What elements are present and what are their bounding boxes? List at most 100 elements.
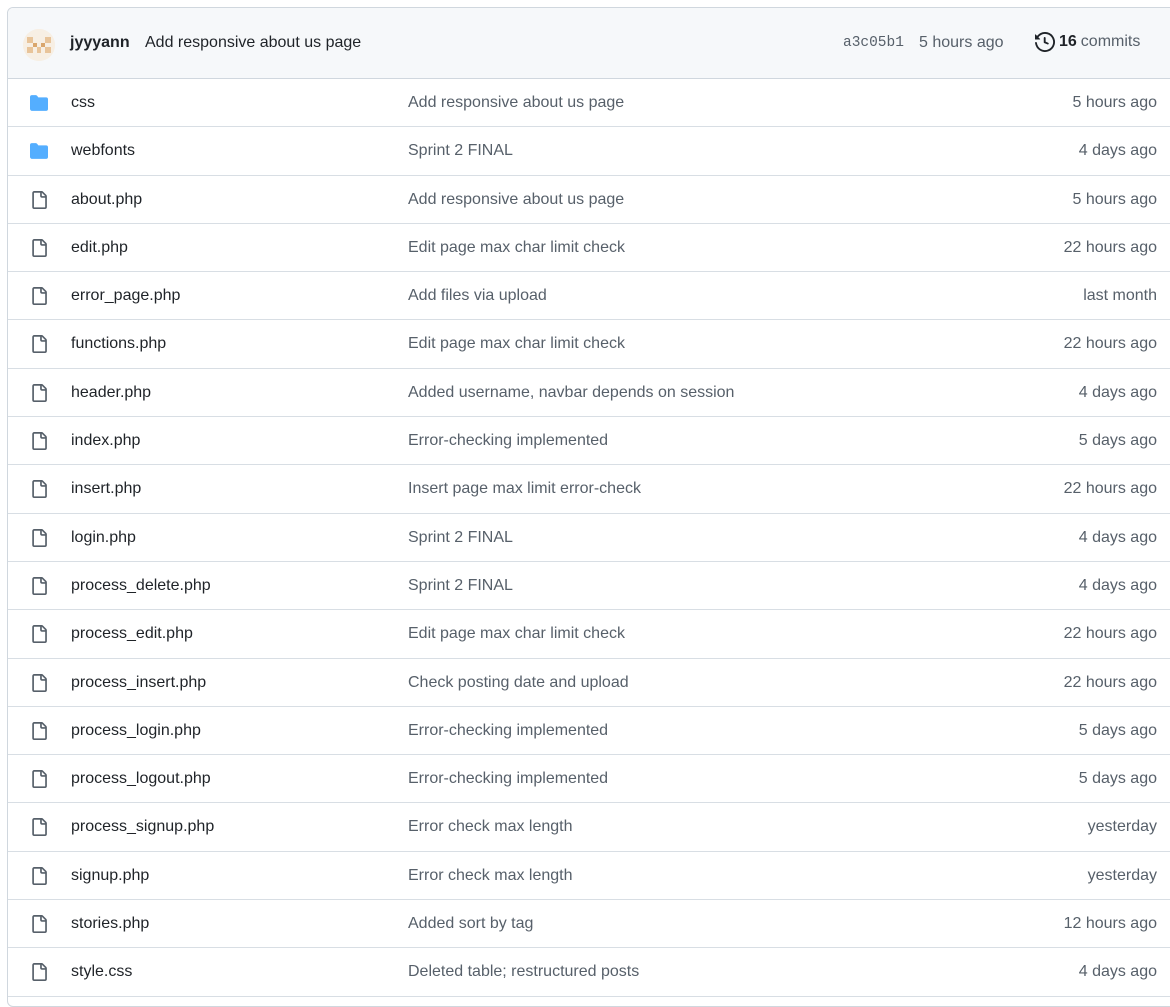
file-name-link[interactable]: process_logout.php: [71, 770, 211, 788]
commit-age: yesterday: [1087, 866, 1157, 884]
file-name-link[interactable]: stories.php: [71, 915, 149, 933]
commit-message-link[interactable]: Error-checking implemented: [408, 432, 608, 450]
file-name-link[interactable]: process_edit.php: [71, 625, 193, 643]
commit-age: 22 hours ago: [1063, 625, 1157, 643]
file-icon: [29, 625, 49, 644]
commit-message-link[interactable]: Error-checking implemented: [408, 722, 608, 740]
file-name-link[interactable]: process_login.php: [71, 722, 201, 740]
commit-age: 22 hours ago: [1063, 335, 1157, 353]
file-row[interactable]: webfonts Sprint 2 FINAL 4 days ago: [8, 127, 1170, 176]
commit-message-link[interactable]: Add responsive about us page: [408, 94, 624, 112]
file-name-link[interactable]: process_insert.php: [71, 674, 206, 692]
latest-commit-bar: jyyyann Add responsive about us page a3c…: [8, 8, 1170, 79]
file-icon: [29, 818, 49, 837]
latest-commit-message[interactable]: Add responsive about us page: [145, 34, 361, 52]
avatar[interactable]: [23, 29, 55, 61]
file-row[interactable]: process_signup.php Error check max length…: [8, 803, 1170, 852]
commit-count: 16: [1059, 33, 1077, 50]
commit-message-link[interactable]: Edit page max char limit check: [408, 335, 625, 353]
file-list: css Add responsive about us page 5 hours a…: [8, 79, 1170, 997]
file-row[interactable]: process_delete.php Sprint 2 FINAL 4 days a…: [8, 562, 1170, 611]
file-row[interactable]: css Add responsive about us page 5 hours a…: [8, 79, 1170, 128]
commit-age: 22 hours ago: [1063, 673, 1157, 691]
file-name-link[interactable]: header.php: [71, 384, 151, 402]
file-icon: [29, 287, 49, 306]
file-row[interactable]: insert.php Insert page max limit error-ch…: [8, 465, 1170, 514]
folder-name-link[interactable]: css: [71, 94, 95, 112]
file-name-link[interactable]: signup.php: [71, 867, 149, 885]
commit-message-link[interactable]: Error check max length: [408, 818, 573, 836]
file-icon: [29, 866, 49, 885]
file-row[interactable]: process_login.php Error-checking implemen…: [8, 707, 1170, 756]
file-icon: [29, 480, 49, 499]
commit-message-link[interactable]: Add files via upload: [408, 287, 547, 305]
file-icon: [29, 335, 49, 354]
file-name-link[interactable]: process_signup.php: [71, 818, 214, 836]
file-row[interactable]: login.php Sprint 2 FINAL 4 days ago: [8, 514, 1170, 562]
file-icon: [29, 770, 49, 789]
file-name-link[interactable]: login.php: [71, 529, 136, 547]
file-row[interactable]: process_insert.php Check posting date and…: [8, 659, 1170, 707]
folder-icon: [29, 142, 49, 160]
commit-author-link[interactable]: jyyyann: [70, 34, 130, 52]
commit-message-link[interactable]: Sprint 2 FINAL: [408, 577, 513, 595]
commit-message-link[interactable]: Insert page max limit error-check: [408, 480, 641, 498]
file-name-link[interactable]: about.php: [71, 191, 142, 209]
commit-message-link[interactable]: Edit page max char limit check: [408, 625, 625, 643]
folder-name-link[interactable]: webfonts: [71, 142, 135, 160]
file-icon: [29, 432, 49, 451]
commit-age: 4 days ago: [1078, 528, 1157, 546]
commit-age: 12 hours ago: [1063, 915, 1157, 933]
commit-message-link[interactable]: Added sort by tag: [408, 915, 533, 933]
file-name-link[interactable]: process_delete.php: [71, 577, 211, 595]
file-row[interactable]: header.php Added username, navbar depends…: [8, 369, 1170, 418]
commit-message-link[interactable]: Error-checking implemented: [408, 770, 608, 788]
file-icon: [29, 238, 49, 257]
commit-age: 5 days ago: [1078, 770, 1157, 788]
file-browser: jyyyann Add responsive about us page a3c…: [7, 7, 1170, 1007]
file-name-link[interactable]: edit.php: [71, 239, 128, 257]
file-row[interactable]: process_edit.php Edit page max char limit…: [8, 610, 1170, 659]
file-icon: [29, 915, 49, 934]
commit-age: 5 hours ago: [1072, 190, 1157, 208]
file-icon: [29, 963, 49, 982]
file-row[interactable]: edit.php Edit page max char limit check 22…: [8, 224, 1170, 273]
commit-message-link[interactable]: Edit page max char limit check: [408, 239, 625, 257]
commit-age: 4 days ago: [1078, 576, 1157, 594]
file-name-link[interactable]: error_page.php: [71, 287, 180, 305]
history-icon: [1035, 32, 1055, 52]
commit-age: 5 days ago: [1078, 721, 1157, 739]
file-name-link[interactable]: index.php: [71, 432, 140, 450]
file-row[interactable]: about.php Add responsive about us page 5 h…: [8, 176, 1170, 224]
file-name-link[interactable]: insert.php: [71, 480, 141, 498]
commit-age: 5 days ago: [1078, 432, 1157, 450]
commit-age: 5 hours ago: [1072, 94, 1157, 111]
commit-age: 22 hours ago: [1063, 238, 1157, 256]
commits-history-link[interactable]: 16 commits: [1035, 32, 1140, 52]
commit-message-link[interactable]: Sprint 2 FINAL: [408, 529, 513, 547]
commit-message-link[interactable]: Added username, navbar depends on sessio…: [408, 384, 734, 402]
file-icon: [29, 721, 49, 740]
commit-sha-link[interactable]: a3c05b1: [843, 35, 904, 51]
file-row[interactable]: stories.php Added sort by tag 12 hours ago: [8, 900, 1170, 949]
file-icon: [29, 673, 49, 692]
commit-time: 5 hours ago: [919, 34, 1004, 51]
commit-age: last month: [1083, 287, 1157, 305]
file-row[interactable]: signup.php Error check max length yesterda…: [8, 852, 1170, 901]
file-icon: [29, 383, 49, 402]
file-row[interactable]: index.php Error-checking implemented 5 day…: [8, 417, 1170, 466]
file-icon: [29, 528, 49, 547]
commit-message-link[interactable]: Error check max length: [408, 867, 573, 885]
file-icon: [29, 190, 49, 209]
commit-message-link[interactable]: Deleted table; restructured posts: [408, 963, 639, 981]
file-row[interactable]: style.css Deleted table; restructured pos…: [8, 948, 1170, 997]
commit-age: 4 days ago: [1078, 142, 1157, 160]
file-name-link[interactable]: style.css: [71, 963, 132, 981]
file-row[interactable]: process_logout.php Error-checking impleme…: [8, 755, 1170, 804]
file-row[interactable]: functions.php Edit page max char limit ch…: [8, 320, 1170, 369]
file-row[interactable]: error_page.php Add files via upload last m…: [8, 272, 1170, 321]
commit-message-link[interactable]: Add responsive about us page: [408, 191, 624, 209]
commit-message-link[interactable]: Check posting date and upload: [408, 674, 629, 692]
file-name-link[interactable]: functions.php: [71, 335, 166, 353]
commit-message-link[interactable]: Sprint 2 FINAL: [408, 142, 513, 160]
